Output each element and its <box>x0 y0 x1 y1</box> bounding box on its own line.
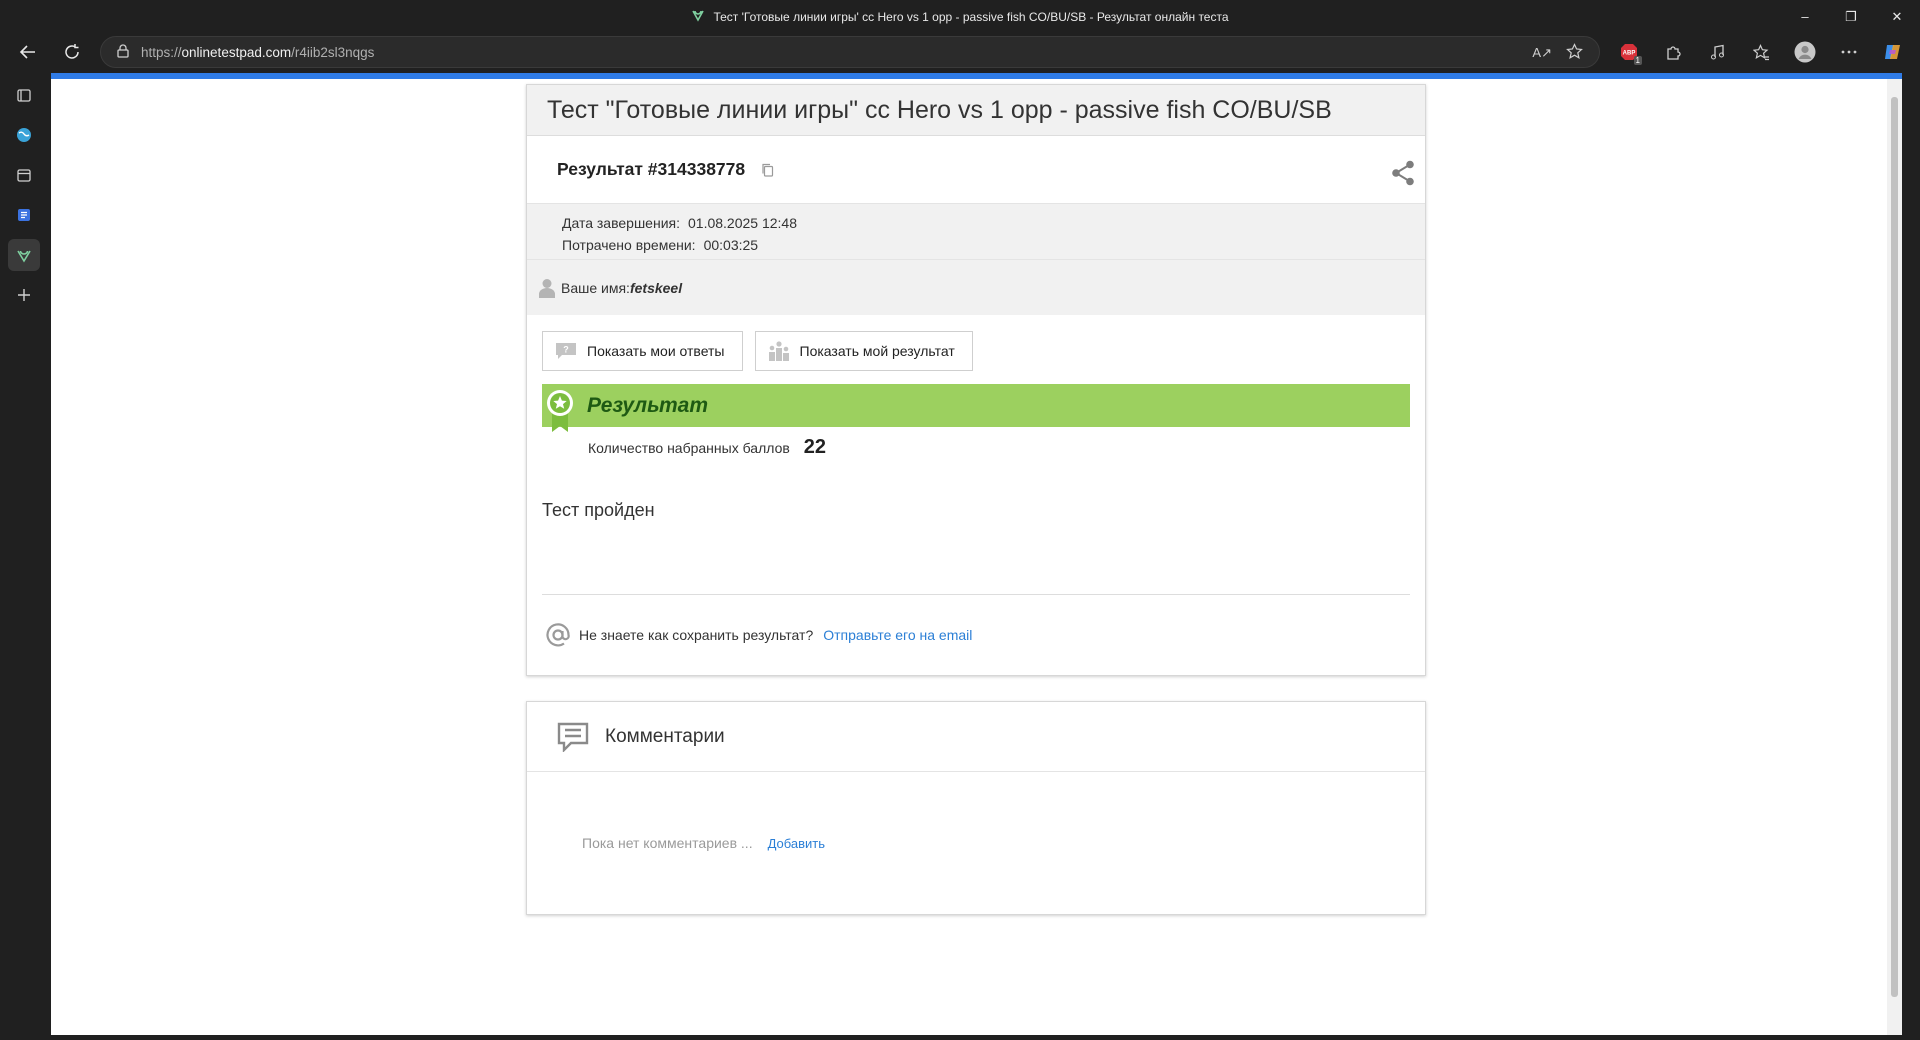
tab-site-1[interactable] <box>8 119 40 151</box>
result-header-row: Результат #314338778 <box>527 136 1425 204</box>
card-divider <box>542 594 1410 595</box>
adblock-extension-button[interactable]: ABP 1 <box>1610 36 1648 68</box>
podium-people-icon <box>768 341 789 361</box>
result-card: Тест "Готовые линии игры" cc Hero vs 1 o… <box>526 84 1426 676</box>
test-status: Тест пройден <box>542 500 655 520</box>
score-row: Количество набранных баллов 22 <box>588 436 1425 459</box>
tab-site-2[interactable] <box>8 159 40 191</box>
browser-window: Тест 'Готовые линии игры' cc Hero vs 1 o… <box>0 0 1920 1040</box>
lock-icon <box>117 43 129 61</box>
read-aloud-button[interactable]: A↗ <box>1532 45 1552 61</box>
share-icon[interactable] <box>1391 160 1415 191</box>
user-name-value: fetskeel <box>629 279 683 296</box>
show-result-label: Показать мой результат <box>799 343 955 359</box>
svg-text:ABP: ABP <box>1623 51 1636 57</box>
award-ribbon-icon <box>546 388 574 440</box>
result-meta: Дата завершения: 01.08.2025 12:48 Потраче… <box>527 204 1425 260</box>
new-tab-button[interactable] <box>8 279 40 311</box>
user-name-label: Ваше имя: <box>561 279 630 296</box>
copilot-button[interactable] <box>1874 36 1912 68</box>
tab-onlinetestpad-active[interactable] <box>7 239 40 271</box>
minimize-button[interactable]: – <box>1782 0 1828 33</box>
close-button[interactable]: ✕ <box>1874 0 1920 33</box>
window-controls: – ❐ ✕ <box>1782 0 1920 33</box>
comments-header: Комментарии <box>527 702 1425 772</box>
favorites-star-icon <box>1752 43 1769 60</box>
url-path: /r4iib2sl3nqgs <box>291 44 375 60</box>
settings-menu-button[interactable] <box>1830 36 1868 68</box>
window-title: Тест 'Готовые линии игры' cc Hero vs 1 o… <box>691 8 1229 25</box>
avatar-icon <box>1794 41 1816 63</box>
scrollbar-thumb[interactable] <box>1891 97 1898 997</box>
title-bar: Тест 'Готовые линии игры' cc Hero vs 1 o… <box>0 0 1920 33</box>
email-question: Не знаете как сохранить результат? <box>579 627 814 643</box>
show-answers-label: Показать мои ответы <box>587 343 725 359</box>
send-email-link[interactable]: Отправьте его на email <box>823 627 972 643</box>
result-number: Результат #314338778 <box>557 159 746 179</box>
add-comment-link[interactable]: Добавить <box>768 836 825 851</box>
refresh-icon <box>65 44 79 59</box>
music-note-icon <box>1710 44 1724 59</box>
address-bar-actions: A↗ <box>1532 37 1583 69</box>
url-host: onlinetestpad.com <box>181 44 292 60</box>
copilot-icon <box>1885 45 1900 59</box>
browser-toolbar: https://onlinetestpad.com/r4iib2sl3nqgs … <box>0 33 1920 71</box>
comments-title: Комментарии <box>605 725 725 747</box>
extension-toolbar: ABP 1 <box>1610 36 1912 68</box>
email-save-row: Не знаете как сохранить результат? Отпра… <box>545 622 972 648</box>
user-icon <box>539 278 555 298</box>
svg-text:?: ? <box>563 345 569 355</box>
back-button[interactable] <box>10 36 46 68</box>
puzzle-icon <box>1666 45 1681 60</box>
time-spent-value: 00:03:25 <box>703 237 759 253</box>
page-scrollbar[interactable] <box>1887 79 1902 1035</box>
time-spent-row: Потрачено времени: 00:03:25 <box>562 234 1425 256</box>
plus-icon <box>17 289 30 301</box>
comments-card: Комментарии Пока нет комментариев ... До… <box>526 701 1426 915</box>
tab-site-3[interactable] <box>8 199 40 231</box>
calendar-favicon-icon <box>16 169 31 182</box>
restore-button[interactable]: ❐ <box>1828 0 1874 33</box>
refresh-button[interactable] <box>54 36 90 68</box>
window-title-text: Тест 'Готовые линии игры' cc Hero vs 1 o… <box>713 9 1229 24</box>
media-control-button[interactable] <box>1698 36 1736 68</box>
score-value: 22 <box>803 436 827 458</box>
globe-favicon-icon <box>16 128 31 142</box>
favorite-star-icon[interactable] <box>1566 43 1583 63</box>
extensions-button[interactable] <box>1654 36 1692 68</box>
test-title: Тест "Готовые линии игры" cc Hero vs 1 o… <box>527 85 1425 136</box>
address-bar[interactable]: https://onlinetestpad.com/r4iib2sl3nqgs … <box>100 36 1600 68</box>
onlinetestpad-favicon-icon <box>16 250 31 263</box>
favorites-button[interactable] <box>1742 36 1780 68</box>
comment-bubble-icon <box>557 722 589 752</box>
vertical-tab-strip <box>0 71 47 1040</box>
completion-date-value: 01.08.2025 12:48 <box>688 215 797 231</box>
tab-actions-icon <box>16 89 31 102</box>
no-comments-text: Пока нет комментариев ... <box>582 835 753 851</box>
copy-icon[interactable] <box>761 163 774 177</box>
back-arrow-icon <box>19 45 35 59</box>
time-spent-label: Потрачено времени: <box>562 237 696 253</box>
page-viewport: Тест "Готовые линии игры" cc Hero vs 1 o… <box>51 73 1902 1035</box>
at-sign-icon <box>545 622 571 648</box>
result-banner: Результат <box>542 384 1410 432</box>
result-banner-title: Результат <box>587 393 709 417</box>
question-bubble-icon: ? <box>556 343 576 359</box>
show-answers-button[interactable]: ? Показать мои ответы <box>542 331 743 371</box>
score-label: Количество набранных баллов <box>588 439 790 456</box>
more-dots-icon <box>1841 50 1857 54</box>
result-actions: ? Показать мои ответы Показать мой резул… <box>527 315 1425 371</box>
document-favicon-icon <box>17 209 30 221</box>
completion-date-label: Дата завершения: <box>562 215 680 231</box>
completion-date-row: Дата завершения: 01.08.2025 12:48 <box>562 212 1425 234</box>
extension-badge: 1 <box>1633 56 1642 65</box>
profile-button[interactable] <box>1786 36 1824 68</box>
show-result-button[interactable]: Показать мой результат <box>754 331 973 371</box>
page-load-bar <box>51 73 1902 79</box>
user-name-row: Ваше имя: fetskeel <box>527 260 1425 315</box>
url-scheme: https:// <box>141 44 182 60</box>
site-favicon-icon <box>691 8 705 25</box>
tab-actions-button[interactable] <box>8 79 40 111</box>
comments-body: Пока нет комментариев ... Добавить <box>527 772 1425 851</box>
